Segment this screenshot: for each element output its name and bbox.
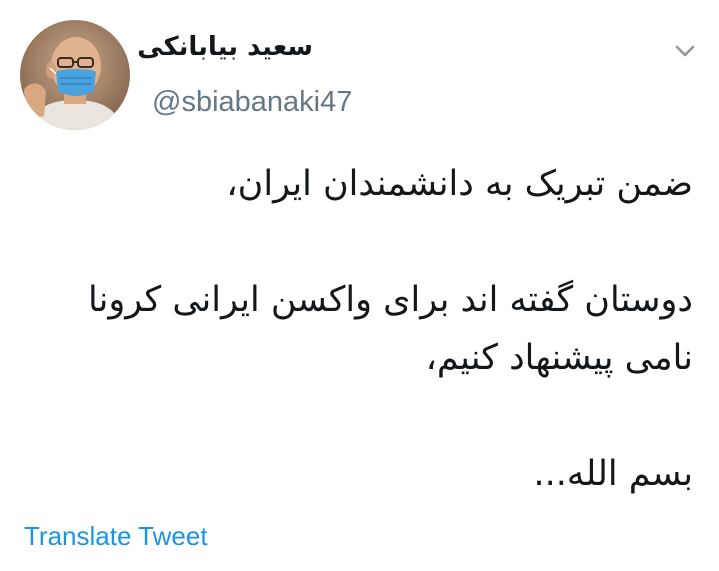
tweet-line: ضمن تبریک به دانشمندان ایران، xyxy=(226,164,693,204)
avatar[interactable] xyxy=(20,20,130,130)
display-name[interactable]: سعید بیابانکی xyxy=(137,34,313,60)
tweet-text: ضمن تبریک به دانشمندان ایران، دوستان گفت… xyxy=(13,155,693,503)
user-handle[interactable]: @sbiabanaki47 xyxy=(152,88,352,117)
tweet-line: دوستان گفته اند برای واکسن ایرانی کرونا xyxy=(87,280,693,320)
translate-tweet-link[interactable]: Translate Tweet xyxy=(24,523,208,549)
chevron-down-icon[interactable] xyxy=(672,38,698,64)
tweet-card: سعید بیابانکی @sbiabanaki47 ضمن تبریک به… xyxy=(0,0,719,571)
tweet-line: نامی پیشنهاد کنیم، xyxy=(425,338,693,378)
tweet-line: بسم الله... xyxy=(533,454,694,494)
user-avatar-icon xyxy=(20,20,130,130)
